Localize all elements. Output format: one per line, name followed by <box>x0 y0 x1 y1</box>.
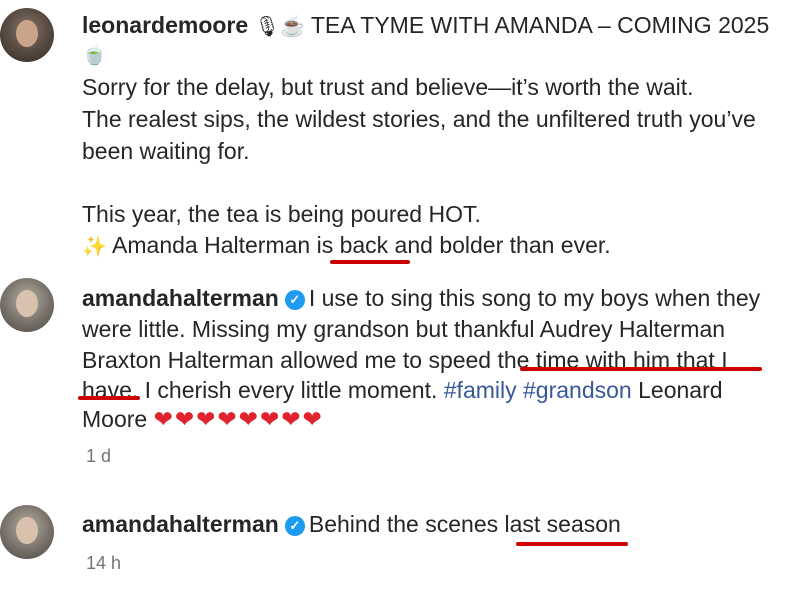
verified-badge-icon: ✓ <box>284 290 305 310</box>
comment-1-time: 1 d <box>86 446 112 466</box>
verified-badge-icon-2: ✓ <box>284 516 305 536</box>
hashtag-family[interactable]: #family <box>444 377 517 403</box>
comment-1-line-1: amandahalterman ✓ I use to sing this song … <box>82 285 761 311</box>
comment-1-username[interactable]: amandahalterman <box>82 285 279 311</box>
hashtag-grandson[interactable]: #grandson <box>523 377 632 403</box>
post-title: TEA TYME WITH AMANDA – COMING 2025 <box>310 12 770 38</box>
microphone-tea-emoji: 🎙☕ <box>254 16 305 38</box>
red-underline-last-season <box>516 542 628 546</box>
comment-2-time: 14 h <box>86 553 122 573</box>
comment-2-username[interactable]: amandahalterman <box>82 511 279 537</box>
tea-emoji: 🍵 <box>82 44 107 66</box>
comment-1-line-2: were little. Missing my grandson but tha… <box>82 316 726 342</box>
red-underline-is-back <box>330 260 410 264</box>
comment-1-line-3: Braxton Halterman allowed me to speed th… <box>82 347 728 373</box>
post-line-5: ✨ Amanda Halterman is back and bolder th… <box>82 232 611 258</box>
comment-1-line-4: have. I cherish every little moment. #fa… <box>82 377 723 403</box>
post-line-4: This year, the tea is being poured HOT. <box>82 201 481 227</box>
highlight-is-back: is back <box>316 232 389 258</box>
red-underline-have <box>78 396 140 400</box>
post-header: leonardemoore 🎙☕ TEA TYME WITH AMANDA – … <box>82 10 769 43</box>
red-underline-time-with-him <box>520 367 762 371</box>
post-line-1: Sorry for the delay, but trust and belie… <box>82 74 694 100</box>
avatar-amandahalterman[interactable] <box>0 278 54 332</box>
post-line-3: been waiting for. <box>82 138 250 164</box>
hearts-emoji: ❤❤❤❤❤❤❤❤ <box>153 406 324 432</box>
comment-1-line-5: Moore ❤❤❤❤❤❤❤❤ <box>82 406 324 432</box>
sparkles-emoji: ✨ <box>82 236 107 258</box>
post-username[interactable]: leonardemoore <box>82 12 248 38</box>
post-line-2: The realest sips, the wildest stories, a… <box>82 106 756 132</box>
avatar-leonardemoore[interactable] <box>0 8 54 62</box>
comment-2-line-1: amandahalterman ✓ Behind the scenes last s… <box>82 511 621 537</box>
avatar-amandahalterman-2[interactable] <box>0 505 54 559</box>
